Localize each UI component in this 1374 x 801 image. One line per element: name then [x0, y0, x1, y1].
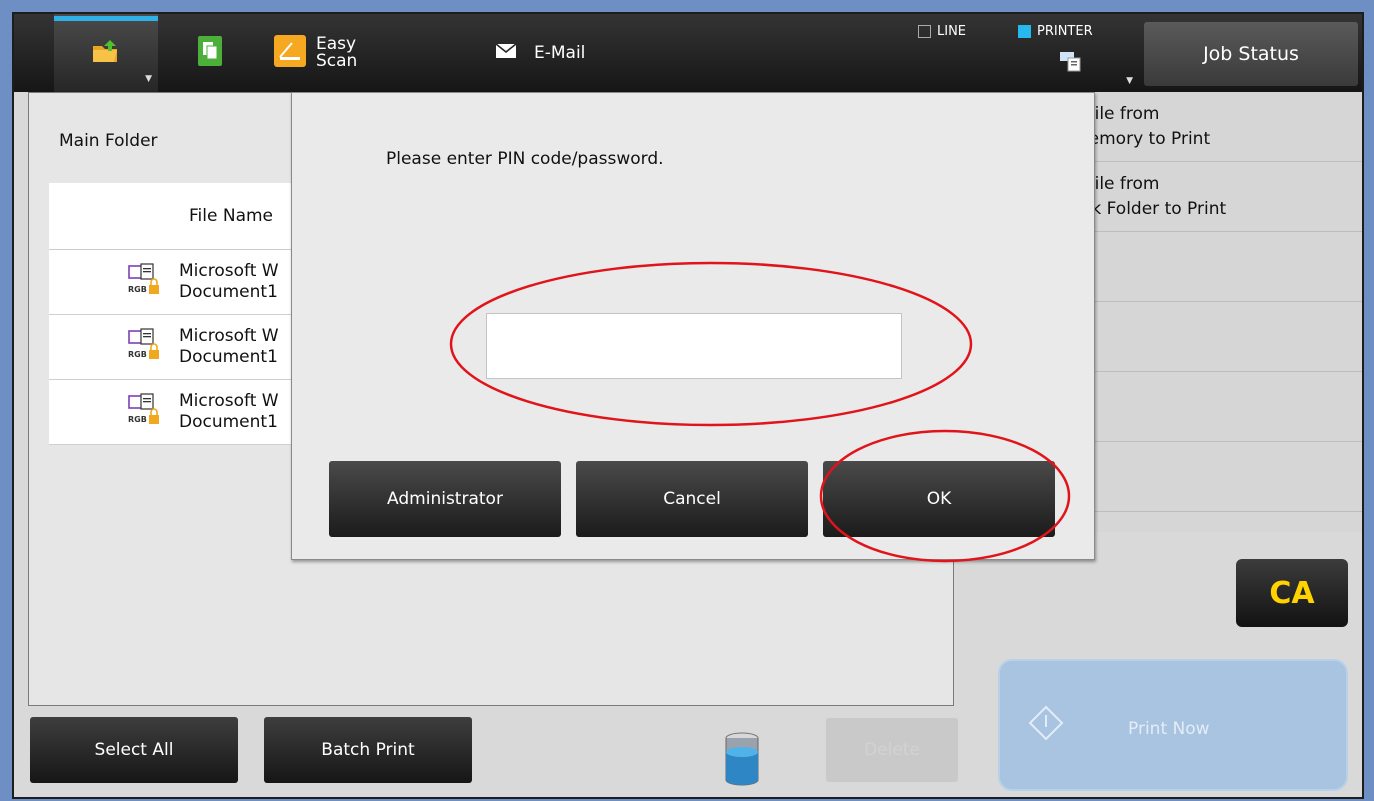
easy-scan-label-line2: Scan [316, 51, 358, 71]
chevron-down-icon: ▼ [1126, 76, 1133, 86]
folder-icon [92, 39, 120, 67]
file-name-line1: Microsoft W [179, 261, 279, 281]
delete-button: Delete [826, 718, 958, 782]
column-header-file-name: File Name [189, 206, 274, 226]
locked-document-icon: RGB [127, 392, 167, 432]
batch-print-button[interactable]: Batch Print [264, 717, 472, 783]
printer-status-box [1018, 25, 1031, 38]
file-name-line1: Microsoft W [179, 391, 279, 411]
email-label: E-Mail [534, 43, 586, 63]
file-name-line1: Microsoft W [179, 326, 279, 346]
printer-label: PRINTER [1037, 24, 1093, 39]
cancel-button[interactable]: Cancel [576, 461, 808, 537]
printer-icon [1060, 50, 1082, 76]
job-status-button[interactable]: Job Status [1144, 22, 1358, 86]
tab-copy[interactable] [186, 14, 234, 92]
tab-email[interactable]: E-Mail [495, 14, 586, 92]
folder-label: Main Folder [59, 131, 158, 151]
ok-button[interactable]: OK [823, 461, 1055, 537]
file-name-line2: Document1 [179, 412, 278, 432]
tab-easy-scan[interactable]: Easy Scan [274, 14, 357, 92]
file-name-line2: Document1 [179, 347, 278, 367]
active-tab-indicator [54, 16, 158, 21]
device-screen: ▼ Easy Scan E-Mail LINE PRINTER ▼ Job St… [12, 12, 1364, 799]
locked-document-icon: RGB [127, 327, 167, 367]
svg-text:RGB: RGB [128, 285, 147, 294]
line-indicator: LINE [918, 24, 966, 39]
easy-scan-icon [274, 35, 306, 71]
administrator-button[interactable]: Administrator [329, 461, 561, 537]
chevron-down-icon: ▼ [145, 74, 152, 84]
copy-icon [198, 36, 222, 70]
tab-document-filing[interactable]: ▼ [54, 14, 158, 92]
print-now-button[interactable]: Print Now [998, 659, 1348, 791]
action-label-line2: ork Folder to Print [1074, 199, 1227, 219]
dialog-message: Please enter PIN code/password. [386, 149, 664, 169]
line-label: LINE [937, 24, 967, 39]
print-now-label: Print Now [1128, 719, 1210, 739]
file-name-line2: Document1 [179, 282, 278, 302]
top-bar: ▼ Easy Scan E-Mail LINE PRINTER ▼ Job St… [14, 14, 1362, 92]
locked-document-icon: RGB [127, 262, 167, 302]
pin-dialog: Please enter PIN code/password. Administ… [291, 92, 1095, 560]
pin-password-input[interactable] [486, 313, 902, 379]
clear-all-button[interactable]: CA [1236, 559, 1348, 627]
printer-mode-dropdown[interactable]: ▼ [1042, 44, 1137, 88]
svg-text:RGB: RGB [128, 350, 147, 359]
start-icon [1028, 705, 1064, 746]
printer-indicator: PRINTER [1018, 24, 1093, 39]
select-all-button[interactable]: Select All [30, 717, 238, 783]
envelope-icon [495, 43, 517, 63]
trash-icon[interactable] [724, 732, 760, 790]
line-status-box [918, 25, 931, 38]
svg-text:RGB: RGB [128, 415, 147, 424]
